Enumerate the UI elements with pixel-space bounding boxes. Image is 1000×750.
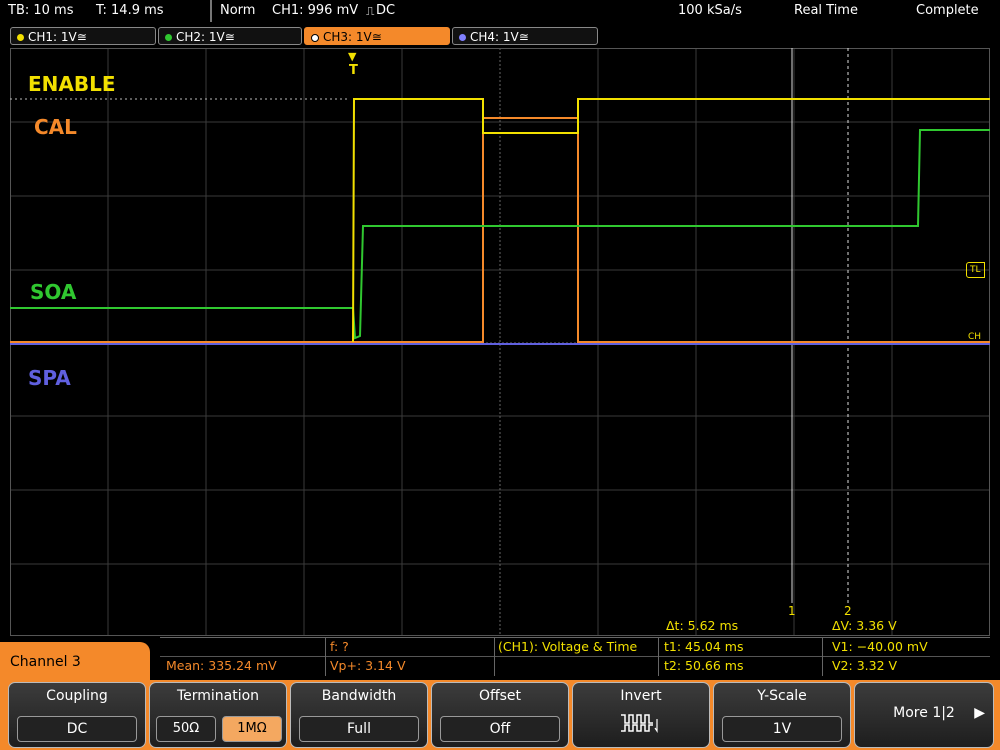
termination-softkey[interactable]: Termination 50Ω 1MΩ bbox=[149, 682, 287, 748]
delta-v-readout: ΔV: 3.36 V bbox=[832, 618, 897, 633]
ch2-coupling-icon: ≅ bbox=[224, 30, 235, 44]
trace-label-spa: SPA bbox=[28, 366, 71, 390]
trigger-coupling: DC bbox=[376, 3, 396, 18]
cursor-measurement-title: (CH1): Voltage & Time bbox=[498, 639, 638, 654]
y-scale-value: 1V bbox=[722, 716, 842, 742]
trigger-source[interactable]: CH1: 996 mV bbox=[272, 0, 358, 22]
trace-label-cal: CAL bbox=[34, 115, 77, 139]
coupling-label: Coupling bbox=[46, 688, 108, 704]
rising-edge-icon: ⎍ bbox=[366, 4, 375, 18]
y-scale-label: Y-Scale bbox=[757, 688, 807, 704]
channel-ref-marker[interactable]: CH bbox=[968, 332, 981, 342]
chevron-right-icon: ▶ bbox=[974, 705, 985, 721]
status-bar: TB: 10 ms T: 14.9 ms Norm CH1: 996 mV ⎍ … bbox=[0, 0, 1000, 24]
meas-separator bbox=[325, 638, 326, 676]
channel-tabs: CH1: 1V≅ CH2: 1V≅ CH3: 1V≅ CH4: 1V≅ bbox=[0, 25, 1000, 47]
tab-ch2-label: CH2: 1V bbox=[176, 30, 225, 44]
ch4-coupling-icon: ≅ bbox=[518, 30, 529, 44]
ch1-coupling-icon: ≅ bbox=[76, 30, 87, 44]
more-softkey[interactable]: More 1|2 ▶ bbox=[854, 682, 994, 748]
more-label: More 1|2 bbox=[893, 705, 955, 721]
offset-softkey[interactable]: Offset Off bbox=[431, 682, 569, 748]
tab-ch2[interactable]: CH2: 1V≅ bbox=[158, 27, 302, 45]
acquisition-mode: Real Time bbox=[794, 3, 858, 18]
offset-value: Off bbox=[440, 716, 560, 742]
trigger-time-readout: T: 14.9 ms bbox=[96, 3, 164, 18]
ch3-color-icon bbox=[311, 33, 319, 42]
ch4-color-icon bbox=[459, 34, 466, 41]
ch3-coupling-icon: ≅ bbox=[371, 30, 382, 44]
acquisition-status: Complete bbox=[916, 3, 979, 18]
channel-menu-title[interactable]: Channel 3 bbox=[0, 642, 150, 684]
cursor-2-label[interactable]: 2 bbox=[844, 604, 852, 618]
termination-1-megohm-option[interactable]: 1MΩ bbox=[222, 716, 282, 742]
frequency-readout: f: ? bbox=[330, 639, 349, 654]
tab-ch3-label: CH3: 1V bbox=[323, 30, 372, 44]
coupling-value: DC bbox=[17, 716, 137, 742]
sample-rate: 100 kSa/s bbox=[678, 3, 742, 18]
ch1-color-icon bbox=[17, 34, 24, 41]
y-scale-softkey[interactable]: Y-Scale 1V bbox=[713, 682, 851, 748]
termination-label: Termination bbox=[176, 688, 260, 704]
cursor-1-label[interactable]: 1 bbox=[788, 604, 796, 618]
invert-label: Invert bbox=[620, 688, 662, 704]
offset-label: Offset bbox=[478, 688, 522, 704]
termination-50-ohm-option[interactable]: 50Ω bbox=[156, 716, 216, 742]
bandwidth-value: Full bbox=[299, 716, 419, 742]
tab-ch1[interactable]: CH1: 1V≅ bbox=[10, 27, 156, 45]
bandwidth-label: Bandwidth bbox=[321, 688, 397, 704]
waveform-svg bbox=[10, 48, 990, 636]
trace-label-soa: SOA bbox=[30, 280, 77, 304]
trigger-marker: T bbox=[349, 63, 358, 78]
t2-readout: t2: 50.66 ms bbox=[664, 658, 744, 673]
tab-ch1-label: CH1: 1V bbox=[28, 30, 77, 44]
coupling-softkey[interactable]: Coupling DC bbox=[8, 682, 146, 748]
vp-readout: Vp+: 3.14 V bbox=[330, 658, 406, 673]
trigger-level-marker[interactable]: TL bbox=[966, 262, 985, 278]
waveform-display[interactable]: ENABLE CAL SOA SPA ▼ T TL CH 1 2 Δt: 5.6… bbox=[10, 48, 990, 636]
t1-readout: t1: 45.04 ms bbox=[664, 639, 744, 654]
meas-separator bbox=[822, 638, 823, 676]
invert-softkey[interactable]: Invert bbox=[572, 682, 710, 748]
ch2-color-icon bbox=[165, 34, 172, 41]
tab-ch4[interactable]: CH4: 1V≅ bbox=[452, 27, 598, 45]
tab-ch3[interactable]: CH3: 1V≅ bbox=[304, 27, 450, 45]
timebase-readout: TB: 10 ms bbox=[8, 3, 74, 18]
v1-readout: V1: −40.00 mV bbox=[832, 639, 928, 654]
trigger-mode[interactable]: Norm bbox=[220, 0, 255, 22]
softkey-bar: Coupling DC Termination 50Ω 1MΩ Bandwidt… bbox=[0, 680, 1000, 750]
bandwidth-softkey[interactable]: Bandwidth Full bbox=[290, 682, 428, 748]
trigger-position-icon[interactable]: ▼ bbox=[348, 50, 356, 63]
invert-waveform-icon bbox=[621, 714, 658, 733]
measurement-panel: Mean: 335.24 mV f: ? Vp+: 3.14 V (CH1): … bbox=[160, 637, 990, 676]
meas-separator bbox=[494, 638, 495, 676]
tab-ch4-label: CH4: 1V bbox=[470, 30, 519, 44]
mean-readout: Mean: 335.24 mV bbox=[166, 658, 277, 673]
trace-label-enable: ENABLE bbox=[28, 72, 116, 96]
meas-separator bbox=[658, 638, 659, 676]
delta-t-readout: Δt: 5.62 ms bbox=[666, 618, 739, 633]
v2-readout: V2: 3.32 V bbox=[832, 658, 898, 673]
